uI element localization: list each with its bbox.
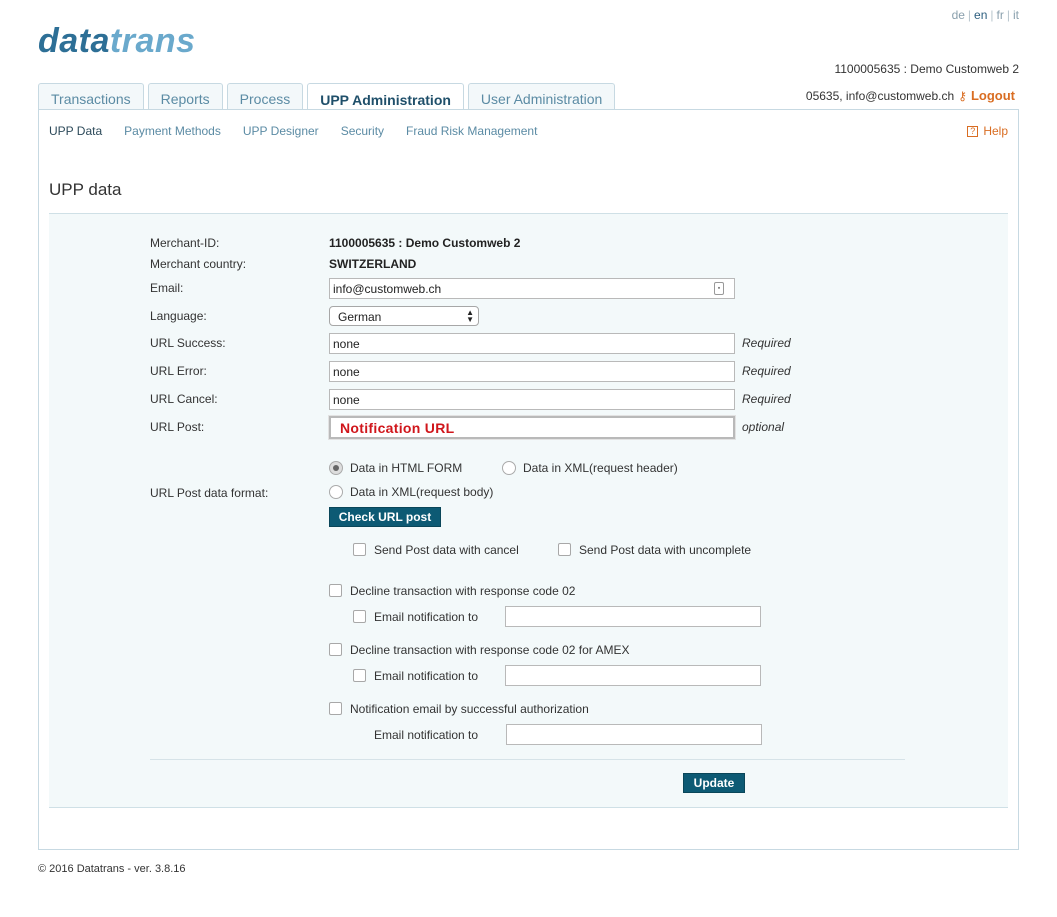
notify-success-email-field[interactable] xyxy=(506,724,762,745)
form-panel xyxy=(49,213,1008,808)
post-format-label: URL Post data format: xyxy=(150,486,269,500)
url-post-field[interactable]: Notification URL xyxy=(329,416,735,439)
decline-02-checkbox[interactable] xyxy=(329,584,342,597)
format-xml-body-label: Data in XML(request body) xyxy=(350,485,494,499)
decline-02-amex-label: Decline transaction with response code 0… xyxy=(350,643,630,657)
format-xml-header-radio[interactable] xyxy=(502,461,516,475)
contact-card-icon[interactable]: ▪ xyxy=(714,282,724,295)
decline-02-amex-email-checkbox[interactable] xyxy=(353,669,366,682)
format-xml-body-radio[interactable] xyxy=(329,485,343,499)
page-title: UPP data xyxy=(49,180,122,199)
subnav-upp-data[interactable]: UPP Data xyxy=(49,124,102,138)
update-button[interactable]: Update xyxy=(683,773,745,793)
language-label: Language: xyxy=(150,309,207,323)
decline-02-amex-email-field[interactable] xyxy=(505,665,761,686)
url-error-field[interactable]: none xyxy=(329,361,735,382)
updown-arrows-icon: ▲ ▼ xyxy=(466,308,474,324)
logout-link[interactable]: Logout xyxy=(971,88,1015,103)
key-icon: ⚷ xyxy=(958,88,967,103)
lang-it-link[interactable]: it xyxy=(1013,8,1019,22)
url-cancel-required: Required xyxy=(742,392,791,406)
url-error-value: none xyxy=(333,365,360,379)
format-html-label: Data in HTML FORM xyxy=(350,461,463,475)
decline-02-email-label: Email notification to xyxy=(374,610,479,624)
help-icon: ? xyxy=(967,125,979,137)
url-cancel-label: URL Cancel: xyxy=(150,392,218,406)
url-cancel-field[interactable]: none xyxy=(329,389,735,410)
url-success-field[interactable]: none xyxy=(329,333,735,354)
footer-copyright: © 2016 Datatrans - ver. 3.8.16 xyxy=(38,863,186,875)
url-cancel-value: none xyxy=(333,393,360,407)
tab-reports[interactable]: Reports xyxy=(147,83,223,110)
email-value: info@customweb.ch xyxy=(333,282,442,296)
form-divider xyxy=(150,759,905,760)
lang-en-link[interactable]: en xyxy=(974,8,987,22)
notify-success-checkbox[interactable] xyxy=(329,702,342,715)
subnav-upp-designer[interactable]: UPP Designer xyxy=(243,124,319,138)
main-tabs: Transactions Reports Process UPP Adminis… xyxy=(38,83,616,111)
url-post-value: Notification URL xyxy=(340,420,455,436)
send-cancel-checkbox[interactable] xyxy=(353,543,366,556)
help-link[interactable]: ? Help xyxy=(967,124,1008,138)
send-cancel-label: Send Post data with cancel xyxy=(374,543,519,557)
tab-transactions[interactable]: Transactions xyxy=(38,83,144,110)
subnav-payment-methods[interactable]: Payment Methods xyxy=(124,124,221,138)
email-field[interactable]: info@customweb.ch ▪ xyxy=(329,278,735,299)
datatrans-logo: datatrans xyxy=(38,22,196,60)
email-label: Email: xyxy=(150,281,184,295)
tab-user-administration[interactable]: User Administration xyxy=(467,83,616,110)
lang-de-link[interactable]: de xyxy=(952,8,965,22)
lang-fr-link[interactable]: fr xyxy=(997,8,1004,22)
notify-success-label: Notification email by successful authori… xyxy=(350,702,589,716)
decline-02-amex-email-label: Email notification to xyxy=(374,669,479,683)
tab-process[interactable]: Process xyxy=(226,83,304,110)
url-post-label: URL Post: xyxy=(150,420,205,434)
url-success-required: Required xyxy=(742,336,791,350)
url-error-label: URL Error: xyxy=(150,364,207,378)
send-uncomplete-checkbox[interactable] xyxy=(558,543,571,556)
notify-success-email-label: Email notification to xyxy=(374,728,479,742)
url-success-label: URL Success: xyxy=(150,336,226,350)
format-xml-header-label: Data in XML(request header) xyxy=(523,461,678,475)
subnav-security[interactable]: Security xyxy=(341,124,384,138)
tab-upp-administration[interactable]: UPP Administration xyxy=(307,83,464,111)
user-info: 05635, info@customweb.ch xyxy=(805,88,955,103)
merchant-country-value: SWITZERLAND xyxy=(329,257,417,271)
format-html-radio[interactable] xyxy=(329,461,343,475)
help-label: Help xyxy=(983,124,1008,138)
url-post-optional: optional xyxy=(742,420,785,434)
send-uncomplete-label: Send Post data with uncomplete xyxy=(579,543,752,557)
merchant-country-label: Merchant country: xyxy=(150,257,247,271)
check-url-post-button[interactable]: Check URL post xyxy=(329,507,441,527)
decline-02-amex-checkbox[interactable] xyxy=(329,643,342,656)
url-success-value: none xyxy=(333,337,360,351)
merchant-id-value: 1100005635 : Demo Customweb 2 xyxy=(329,236,521,250)
sub-navigation: UPP Data Payment Methods UPP Designer Se… xyxy=(49,124,537,138)
language-switcher: de | en | fr | it xyxy=(951,8,1019,22)
merchant-id-label: Merchant-ID: xyxy=(150,236,220,250)
subnav-fraud-risk-management[interactable]: Fraud Risk Management xyxy=(406,124,537,138)
user-line: 05635, info@customweb.ch ⚷ Logout xyxy=(806,88,1015,103)
url-error-required: Required xyxy=(742,364,791,378)
decline-02-label: Decline transaction with response code 0… xyxy=(350,584,576,598)
language-select[interactable]: German ▲ ▼ xyxy=(329,306,479,326)
language-value: German xyxy=(338,310,382,324)
merchant-info: 1100005635 : Demo Customweb 2 xyxy=(834,62,1019,76)
decline-02-email-field[interactable] xyxy=(505,606,761,627)
decline-02-email-checkbox[interactable] xyxy=(353,610,366,623)
